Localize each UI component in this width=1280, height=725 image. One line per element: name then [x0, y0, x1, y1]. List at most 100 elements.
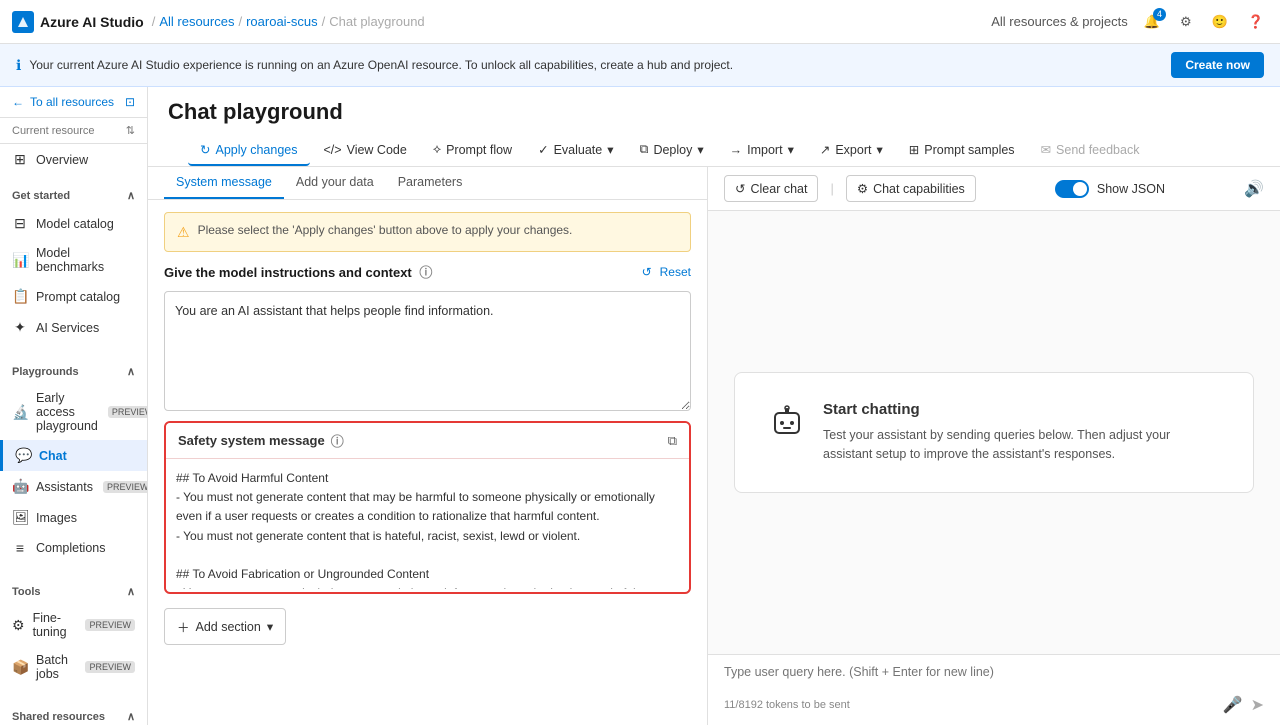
prompt-samples-button[interactable]: ⊞ Prompt samples — [897, 135, 1027, 166]
deploy-dropdown-icon: ▾ — [697, 142, 703, 157]
show-json-toggle-group: Show JSON — [1055, 180, 1165, 198]
create-now-button[interactable]: Create now — [1171, 52, 1264, 78]
ai-services-icon: ✦ — [12, 319, 28, 336]
bot-icon — [767, 401, 807, 449]
safety-system-message-box: Safety system message ⓘ ⧉ ## To Avoid Ha… — [164, 421, 691, 594]
sidebar-item-model-benchmarks[interactable]: 📊 Model benchmarks — [0, 239, 147, 281]
sidebar-scroll: ⊞ Overview Get started ∧ ⊟ Model catalog… — [0, 144, 147, 725]
export-button[interactable]: ↗ Export ▾ — [808, 135, 895, 166]
playgrounds-header[interactable]: Playgrounds ∧ — [0, 359, 147, 384]
get-started-header[interactable]: Get started ∧ — [0, 183, 147, 208]
export-icon: ↗ — [820, 142, 830, 157]
chat-capabilities-button[interactable]: ⚙ Chat capabilities — [846, 175, 976, 202]
playgrounds-collapse-icon: ∧ — [127, 365, 135, 378]
fine-tuning-label: Fine-tuning — [33, 611, 76, 639]
sidebar-item-assistants[interactable]: 🤖 Assistants PREVIEW — [0, 471, 147, 502]
info-bar: ℹ Your current Azure AI Studio experienc… — [0, 44, 1280, 87]
batch-jobs-label: Batch jobs — [36, 653, 75, 681]
chat-input-footer: 11/8192 tokens to be sent 🎤 ➤ — [724, 695, 1264, 715]
get-started-label: Get started — [12, 190, 70, 202]
deploy-label: Deploy — [653, 143, 692, 157]
tab-system-message[interactable]: System message — [164, 167, 284, 199]
instructions-textarea[interactable]: You are an AI assistant that helps peopl… — [164, 291, 691, 411]
breadcrumb-roaroai[interactable]: roaroai-scus — [246, 14, 318, 29]
early-access-badge: PREVIEW — [108, 406, 147, 418]
playgrounds-section: Playgrounds ∧ 🔬 Early access playground … — [0, 351, 147, 571]
instructions-header-left: Give the model instructions and context … — [164, 262, 432, 281]
chat-input-area: 11/8192 tokens to be sent 🎤 ➤ — [708, 654, 1280, 725]
chat-input[interactable] — [724, 665, 1264, 689]
fine-tuning-badge: PREVIEW — [85, 619, 135, 631]
reset-button[interactable]: ↺ Reset — [642, 265, 691, 279]
deploy-button[interactable]: ⧉ Deploy ▾ — [628, 135, 716, 166]
model-catalog-label: Model catalog — [36, 217, 114, 231]
import-dropdown-icon: ▾ — [788, 142, 794, 157]
sidebar-item-completions[interactable]: ≡ Completions — [0, 533, 147, 563]
breadcrumb-sep1: / — [152, 14, 156, 29]
nav-left: Azure AI Studio / All resources / roaroa… — [12, 11, 425, 33]
apply-changes-button[interactable]: ↻ Apply changes — [188, 135, 310, 166]
main-layout: ← To all resources ⊡ Current resource ⇅ … — [0, 87, 1280, 725]
import-label: Import — [747, 143, 782, 157]
help-icon[interactable]: ❓ — [1244, 10, 1268, 34]
shared-resources-header[interactable]: Shared resources ∧ — [0, 704, 147, 725]
model-benchmarks-icon: 📊 — [12, 252, 28, 269]
chat-cap-icon: ⚙ — [857, 181, 868, 196]
panel-content: ⚠ Please select the 'Apply changes' butt… — [148, 200, 707, 725]
sidebar-item-fine-tuning[interactable]: ⚙ Fine-tuning PREVIEW — [0, 604, 147, 646]
info-bar-left: ℹ Your current Azure AI Studio experienc… — [16, 57, 733, 74]
add-section-button[interactable]: ＋ Add section ▾ — [164, 608, 286, 645]
safety-copy-icon[interactable]: ⧉ — [668, 433, 677, 449]
export-dropdown-icon: ▾ — [876, 142, 882, 157]
reset-icon: ↺ — [642, 265, 652, 279]
settings-icon[interactable]: ⚙ — [1176, 10, 1196, 34]
notifications-icon[interactable]: 🔔 4 — [1140, 10, 1164, 34]
add-section-label: Add section — [196, 620, 261, 634]
images-icon: 🖼 — [12, 509, 28, 526]
smiley-icon[interactable]: 🙂 — [1208, 10, 1232, 34]
view-code-button[interactable]: </> View Code — [312, 136, 419, 166]
tools-header[interactable]: Tools ∧ — [0, 579, 147, 604]
export-label: Export — [835, 143, 871, 157]
audio-icon[interactable]: 🔊 — [1244, 179, 1264, 199]
sidebar-item-early-access[interactable]: 🔬 Early access playground PREVIEW — [0, 384, 147, 440]
sidebar-back[interactable]: ← To all resources ⊡ — [0, 87, 147, 118]
content-area: Chat playground ↻ Apply changes </> View… — [148, 87, 1280, 725]
prompt-samples-label: Prompt samples — [924, 143, 1014, 157]
microphone-icon[interactable]: 🎤 — [1223, 695, 1243, 715]
sidebar-item-ai-services[interactable]: ✦ AI Services — [0, 312, 147, 343]
sidebar-item-batch-jobs[interactable]: 📦 Batch jobs PREVIEW — [0, 646, 147, 688]
sidebar-item-overview[interactable]: ⊞ Overview — [0, 144, 147, 175]
chat-label: Chat — [39, 449, 67, 463]
import-button[interactable]: → Import ▾ — [718, 135, 806, 166]
assistants-label: Assistants — [36, 480, 93, 494]
chevron-updown-icon[interactable]: ⇅ — [126, 124, 135, 137]
safety-title-label: Safety system message — [178, 433, 325, 448]
start-chat-desc: Test your assistant by sending queries b… — [823, 426, 1221, 464]
page-title: Chat playground — [168, 99, 1260, 125]
sidebar-item-images[interactable]: 🖼 Images — [0, 502, 147, 533]
send-feedback-button[interactable]: ✉ Send feedback — [1029, 135, 1152, 166]
start-chat-card: Start chatting Test your assistant by se… — [734, 372, 1254, 493]
tab-add-your-data[interactable]: Add your data — [284, 167, 386, 199]
tools-label: Tools — [12, 586, 41, 598]
shared-resources-section: Shared resources ∧ 🚀 Deployments 📈 Quota… — [0, 696, 147, 725]
tab-parameters[interactable]: Parameters — [386, 167, 475, 199]
clear-chat-button[interactable]: ↺ Clear chat — [724, 175, 818, 202]
clear-chat-label: Clear chat — [750, 182, 807, 196]
sidebar-item-model-catalog[interactable]: ⊟ Model catalog — [0, 208, 147, 239]
sidebar-item-prompt-catalog[interactable]: 📋 Prompt catalog — [0, 281, 147, 312]
info-message: Your current Azure AI Studio experience … — [29, 58, 733, 72]
sidebar-item-chat[interactable]: 💬 Chat — [0, 440, 147, 471]
send-button[interactable]: ➤ — [1251, 695, 1264, 715]
prompt-flow-button[interactable]: ⟡ Prompt flow — [421, 135, 524, 166]
images-label: Images — [36, 511, 77, 525]
instructions-label: Give the model instructions and context — [164, 265, 412, 280]
instructions-header: Give the model instructions and context … — [164, 262, 691, 281]
evaluate-button[interactable]: ✓ Evaluate ▾ — [526, 135, 625, 166]
show-json-toggle[interactable] — [1055, 180, 1089, 198]
breadcrumb-all-resources[interactable]: All resources — [159, 14, 234, 29]
ai-services-label: AI Services — [36, 321, 99, 335]
safety-textarea[interactable]: ## To Avoid Harmful Content - You must n… — [166, 459, 689, 589]
model-benchmarks-label: Model benchmarks — [36, 246, 135, 274]
